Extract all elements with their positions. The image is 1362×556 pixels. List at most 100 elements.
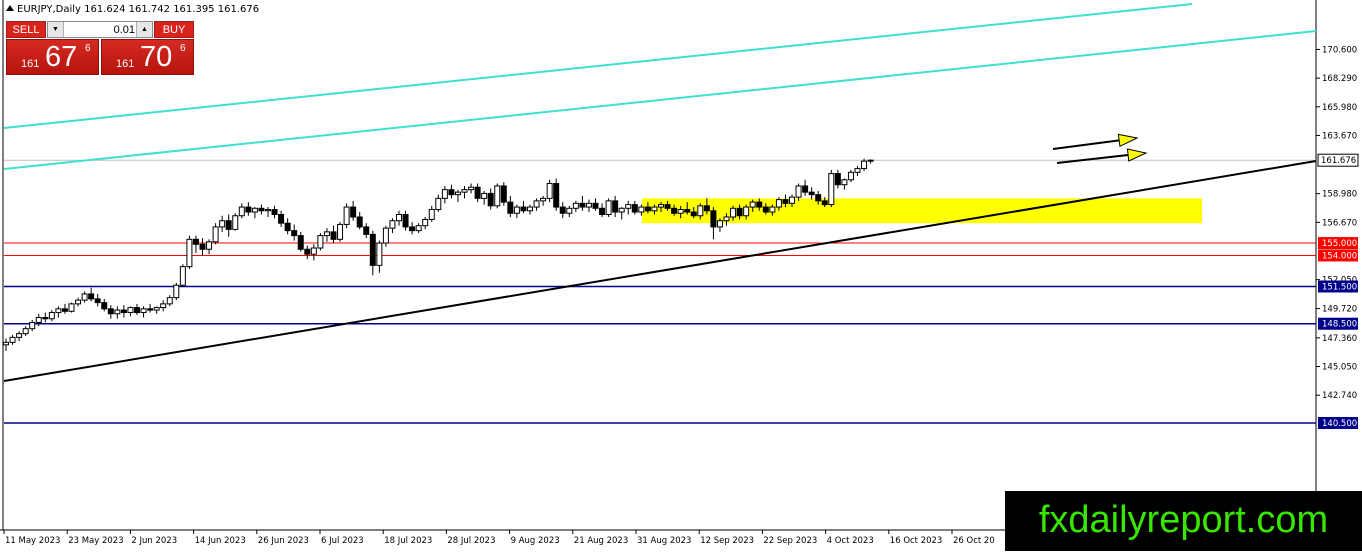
candle-body: [671, 207, 678, 214]
level-tag-label: 140.500: [1322, 419, 1357, 429]
watermark-logo: fxdailyreport.com: [1005, 491, 1362, 551]
sell-price-pip: 6: [85, 43, 91, 54]
candle-body: [782, 199, 789, 204]
lot-size-input[interactable]: [64, 22, 137, 37]
candle-body: [769, 206, 776, 213]
candle-body: [559, 206, 566, 214]
candle-body: [487, 192, 494, 207]
candle-body: [330, 231, 337, 240]
candle-body: [22, 328, 29, 335]
candle-body: [389, 220, 396, 229]
level-tag-label: 154.000: [1322, 251, 1357, 261]
sell-price-button[interactable]: 161 67 6: [6, 39, 99, 75]
buy-price-main: 70: [140, 41, 173, 73]
candle-body: [55, 308, 62, 314]
time-tick-label: 4 Oct 2023: [827, 536, 874, 546]
price-tick-label: 158.980: [1322, 190, 1357, 200]
candle-body: [258, 207, 265, 212]
candle-body: [775, 199, 782, 208]
candle-body: [553, 182, 560, 208]
candle-body: [232, 215, 239, 230]
chevron-up-icon[interactable]: [6, 5, 14, 11]
candle-body: [114, 309, 121, 315]
candle-body: [513, 206, 520, 214]
candle-body: [572, 202, 579, 209]
candle-body: [834, 173, 841, 186]
channel-lower-line: [3, 30, 1317, 170]
candle-body: [317, 235, 324, 249]
sell-button[interactable]: SELL: [6, 21, 46, 38]
candle-body: [415, 225, 422, 232]
candle-body: [736, 207, 743, 217]
candle-body: [867, 159, 874, 162]
candle-body: [179, 266, 186, 286]
sell-price-prefix: 161: [21, 58, 40, 70]
buy-button[interactable]: BUY: [154, 21, 194, 38]
candle-body: [762, 206, 769, 213]
up-arrow-2-head: [1126, 148, 1148, 162]
candle-body: [88, 293, 95, 300]
candle-body: [212, 226, 219, 243]
candle-body: [638, 206, 645, 213]
candle-body: [461, 189, 468, 193]
candle-body: [81, 293, 88, 301]
candle-body: [238, 206, 245, 217]
candle-body: [448, 189, 455, 196]
candle-body: [697, 205, 704, 217]
buy-price-button[interactable]: 161 70 6: [101, 39, 194, 75]
candle-body: [815, 194, 822, 202]
buy-price-prefix: 161: [116, 58, 135, 70]
candle-body: [310, 247, 317, 255]
price-tick-label: 165.980: [1322, 103, 1357, 113]
candle-body: [716, 220, 723, 228]
time-tick-label: 14 Jun 2023: [195, 536, 246, 546]
candle-body: [278, 214, 285, 224]
candle-body: [304, 248, 311, 255]
candle-body: [749, 201, 756, 208]
candle-body: [251, 207, 258, 213]
candle-body: [127, 307, 134, 314]
candle-body: [42, 317, 49, 320]
candle-body: [29, 321, 36, 330]
candle-body: [147, 308, 154, 311]
up-arrow-2-shaft: [1056, 154, 1129, 164]
candle-body: [828, 173, 835, 206]
candle-body: [468, 186, 475, 191]
candle-body: [265, 209, 271, 212]
candle-body: [153, 307, 160, 311]
candle-body: [546, 182, 553, 199]
time-tick-label: 28 Jul 2023: [447, 536, 495, 546]
candle-body: [730, 207, 737, 218]
candle-body: [625, 204, 632, 209]
candle-body: [225, 220, 232, 230]
candle-body: [599, 207, 606, 216]
candle-body: [173, 284, 180, 299]
candle-body: [101, 302, 108, 310]
symbol-title: EURJPY,Daily 161.624 161.742 161.395 161…: [6, 4, 259, 15]
chart-canvas[interactable]: 170.600 168.290 165.980 163.670 158.980 156.6…: [0, 0, 1362, 551]
time-tick-label: 11 May 2023: [5, 536, 60, 546]
chevron-down-icon[interactable]: ▼: [48, 22, 64, 37]
chevron-up-icon[interactable]: ▲: [136, 22, 152, 37]
price-tick-label: 149.720: [1322, 305, 1357, 315]
time-tick-label: 26 Jun 2023: [258, 536, 309, 546]
price-tick-label: 142.740: [1322, 391, 1357, 401]
candle-body: [160, 303, 167, 309]
candle-body: [605, 200, 612, 216]
price-chart[interactable]: 170.600 168.290 165.980 163.670 158.980 156.6…: [0, 0, 1362, 551]
candle-body: [854, 168, 861, 173]
candle-body: [507, 201, 514, 214]
candle-body: [533, 200, 540, 208]
candle-body: [356, 216, 363, 228]
up-arrow-1-shaft: [1052, 139, 1120, 150]
candle-body: [631, 204, 638, 213]
candle-body: [402, 214, 409, 228]
candle-body: [422, 218, 429, 227]
candle-body: [527, 206, 533, 212]
level-tag-label: 155.000: [1322, 239, 1357, 249]
time-tick-label: 22 Sep 2023: [763, 536, 817, 546]
time-tick-label: 12 Sep 2023: [700, 536, 754, 546]
candle-body: [802, 185, 809, 193]
candle-body: [409, 226, 416, 232]
candle-body: [199, 243, 206, 250]
